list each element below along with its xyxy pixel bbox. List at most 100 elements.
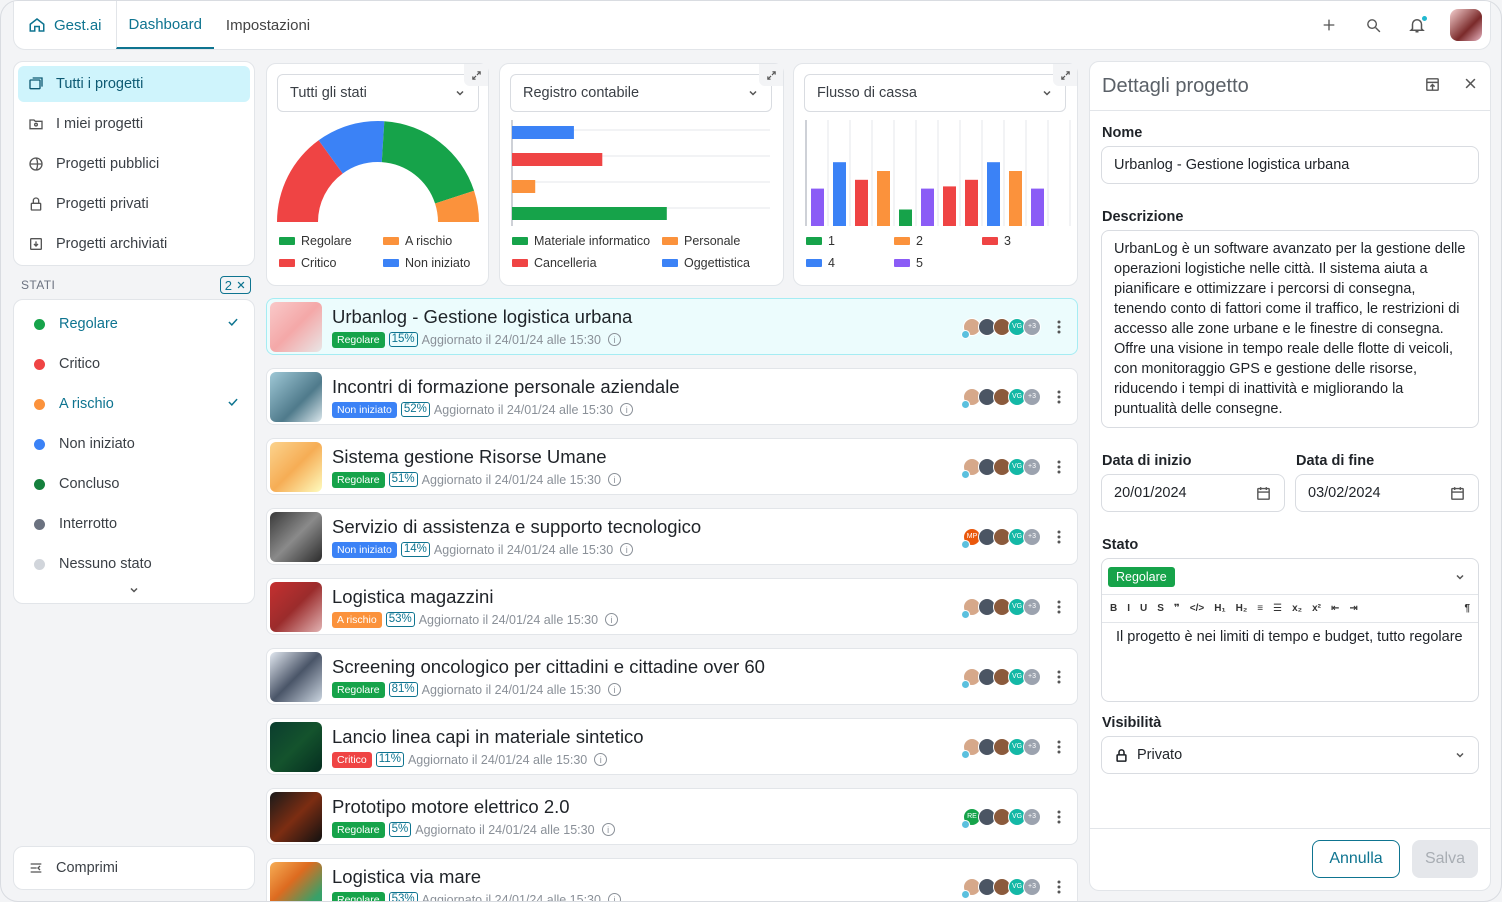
descrizione-field[interactable]: UrbanLog è un software avanzato per la g… xyxy=(1101,230,1479,428)
toolbar-button[interactable]: ≡ xyxy=(1257,603,1263,614)
status-filter-item[interactable]: A rischio xyxy=(18,384,250,424)
project-row[interactable]: Incontri di formazione personale azienda… xyxy=(266,368,1078,425)
expand-chart-button[interactable] xyxy=(1053,64,1077,86)
more-members-badge: +3 xyxy=(1023,457,1041,476)
brand-link[interactable]: Gest.ai xyxy=(14,1,116,49)
toolbar-button[interactable]: B xyxy=(1110,603,1117,614)
kebab-icon xyxy=(1057,740,1061,753)
toolbar-button[interactable]: ⇥ xyxy=(1349,603,1357,614)
more-members-badge: +3 xyxy=(1023,527,1041,546)
project-menu-button[interactable] xyxy=(1051,880,1067,894)
toolbar-button[interactable]: I xyxy=(1127,603,1130,614)
updated-text: Aggiornato il 24/01/24 alle 15:30 xyxy=(421,472,601,487)
nav-item-progetti-archiviati[interactable]: Progetti archiviati xyxy=(18,226,250,262)
project-thumbnail xyxy=(270,371,322,422)
info-icon[interactable]: i xyxy=(594,753,608,766)
members-avatars[interactable]: VG +3 xyxy=(961,877,1041,899)
data-fine-label: Data di fine xyxy=(1296,453,1375,469)
stati-filter-badge[interactable]: 2 xyxy=(219,276,251,294)
members-avatars[interactable]: VG +3 xyxy=(961,387,1041,409)
info-icon[interactable]: i xyxy=(620,403,634,416)
project-row[interactable]: Logistica magazzini A rischio 53% Aggior… xyxy=(266,578,1078,635)
collapse-button[interactable]: Comprimi xyxy=(13,846,255,890)
nav-item-tutti-progetti[interactable]: Tutti i progetti xyxy=(18,66,250,102)
project-row[interactable]: Sistema gestione Risorse Umane Regolare … xyxy=(266,438,1078,495)
status-filter-item[interactable]: Regolare xyxy=(18,304,250,344)
add-button[interactable] xyxy=(1318,14,1340,36)
toolbar-button[interactable]: U xyxy=(1140,603,1147,614)
info-icon[interactable]: i xyxy=(607,473,621,486)
visibilita-select[interactable]: Privato xyxy=(1101,736,1479,774)
salva-button[interactable]: Salva xyxy=(1412,840,1478,878)
popout-button[interactable] xyxy=(1424,76,1441,96)
info-icon[interactable]: i xyxy=(601,823,615,836)
toolbar-button[interactable]: x² xyxy=(1312,603,1321,614)
close-panel-button[interactable] xyxy=(1463,76,1478,96)
info-icon[interactable]: i xyxy=(607,893,621,901)
toolbar-button[interactable]: </> xyxy=(1190,603,1204,614)
project-menu-button[interactable] xyxy=(1051,530,1067,544)
chart-select-stati[interactable]: Tutti gli stati xyxy=(277,74,479,112)
nome-field[interactable]: Urbanlog - Gestione logistica urbana xyxy=(1101,146,1479,184)
data-fine-field[interactable]: 03/02/2024 xyxy=(1295,474,1479,512)
project-row[interactable]: Urbanlog - Gestione logistica urbana Reg… xyxy=(266,298,1078,355)
members-avatars[interactable]: VG +3 xyxy=(961,737,1041,759)
project-row[interactable]: Lancio linea capi in materiale sintetico… xyxy=(266,718,1078,775)
stato-note-field[interactable]: Il progetto è nei limiti di tempo e budg… xyxy=(1102,623,1478,651)
nav-item-miei-progetti[interactable]: I miei progetti xyxy=(18,106,250,142)
members-avatars[interactable]: MP VG +3 xyxy=(961,527,1041,549)
chart-select-flusso[interactable]: Flusso di cassa xyxy=(804,74,1066,112)
project-menu-button[interactable] xyxy=(1051,600,1067,614)
project-menu-button[interactable] xyxy=(1051,460,1067,474)
tab-impostazioni[interactable]: Impostazioni xyxy=(214,1,322,49)
project-menu-button[interactable] xyxy=(1051,390,1067,404)
members-avatars[interactable]: RE VG +3 xyxy=(961,807,1041,829)
project-row[interactable]: Servizio di assistenza e supporto tecnol… xyxy=(266,508,1078,565)
members-avatars[interactable]: VG +3 xyxy=(961,667,1041,689)
stato-select[interactable]: Regolare xyxy=(1102,559,1478,595)
nav-item-progetti-privati[interactable]: Progetti privati xyxy=(18,186,250,222)
chart-select-registro[interactable]: Registro contabile xyxy=(510,74,772,112)
toolbar-button[interactable]: ❞ xyxy=(1174,603,1180,614)
info-icon[interactable]: i xyxy=(620,543,634,556)
toolbar-button[interactable]: ¶ xyxy=(1464,603,1470,614)
expand-chart-button[interactable] xyxy=(464,64,488,86)
data-inizio-field[interactable]: 20/01/2024 xyxy=(1101,474,1285,512)
nav-item-label: Progetti pubblici xyxy=(56,156,160,172)
toolbar-button[interactable]: S xyxy=(1157,603,1164,614)
toolbar-button[interactable]: ☰ xyxy=(1273,603,1282,614)
toolbar-button[interactable]: H₂ xyxy=(1236,603,1248,614)
toolbar-button[interactable]: H₁ xyxy=(1214,603,1225,614)
members-avatars[interactable]: VG +3 xyxy=(961,597,1041,619)
project-menu-button[interactable] xyxy=(1051,320,1067,334)
toolbar-button[interactable]: ⇤ xyxy=(1331,603,1339,614)
show-more-button[interactable] xyxy=(18,584,250,604)
project-menu-button[interactable] xyxy=(1051,740,1067,754)
info-icon[interactable]: i xyxy=(607,683,621,696)
project-row[interactable]: Prototipo motore elettrico 2.0 Regolare … xyxy=(266,788,1078,845)
tab-dashboard[interactable]: Dashboard xyxy=(115,1,214,49)
status-filter-item[interactable]: Critico xyxy=(18,344,250,384)
info-icon[interactable]: i xyxy=(607,333,621,346)
expand-chart-button[interactable] xyxy=(759,64,783,86)
user-avatar[interactable] xyxy=(1450,9,1482,41)
members-avatars[interactable]: VG +3 xyxy=(961,457,1041,479)
search-button[interactable] xyxy=(1362,14,1384,36)
members-avatars[interactable]: VG +3 xyxy=(961,317,1041,339)
project-menu-button[interactable] xyxy=(1051,810,1067,824)
top-bar: Gest.ai Dashboard Impostazioni xyxy=(13,1,1491,50)
status-filter-item[interactable]: Concluso xyxy=(18,464,250,504)
toolbar-button[interactable]: x₂ xyxy=(1292,603,1302,614)
progress-percent: 14% xyxy=(400,542,430,557)
info-icon[interactable]: i xyxy=(605,613,619,626)
nav-item-progetti-pubblici[interactable]: Progetti pubblici xyxy=(18,146,250,182)
status-filter-item[interactable]: Nessuno stato xyxy=(18,544,250,584)
status-filter-item[interactable]: Interrotto xyxy=(18,504,250,544)
project-row[interactable]: Logistica via mare Regolare 53% Aggiorna… xyxy=(266,858,1078,901)
project-row[interactable]: Screening oncologico per cittadini e cit… xyxy=(266,648,1078,705)
annulla-button[interactable]: Annulla xyxy=(1312,840,1400,878)
status-filter-item[interactable]: Non iniziato xyxy=(18,424,250,464)
project-menu-button[interactable] xyxy=(1051,670,1067,684)
more-members-badge: +3 xyxy=(1023,877,1041,896)
notifications-button[interactable] xyxy=(1406,14,1428,36)
